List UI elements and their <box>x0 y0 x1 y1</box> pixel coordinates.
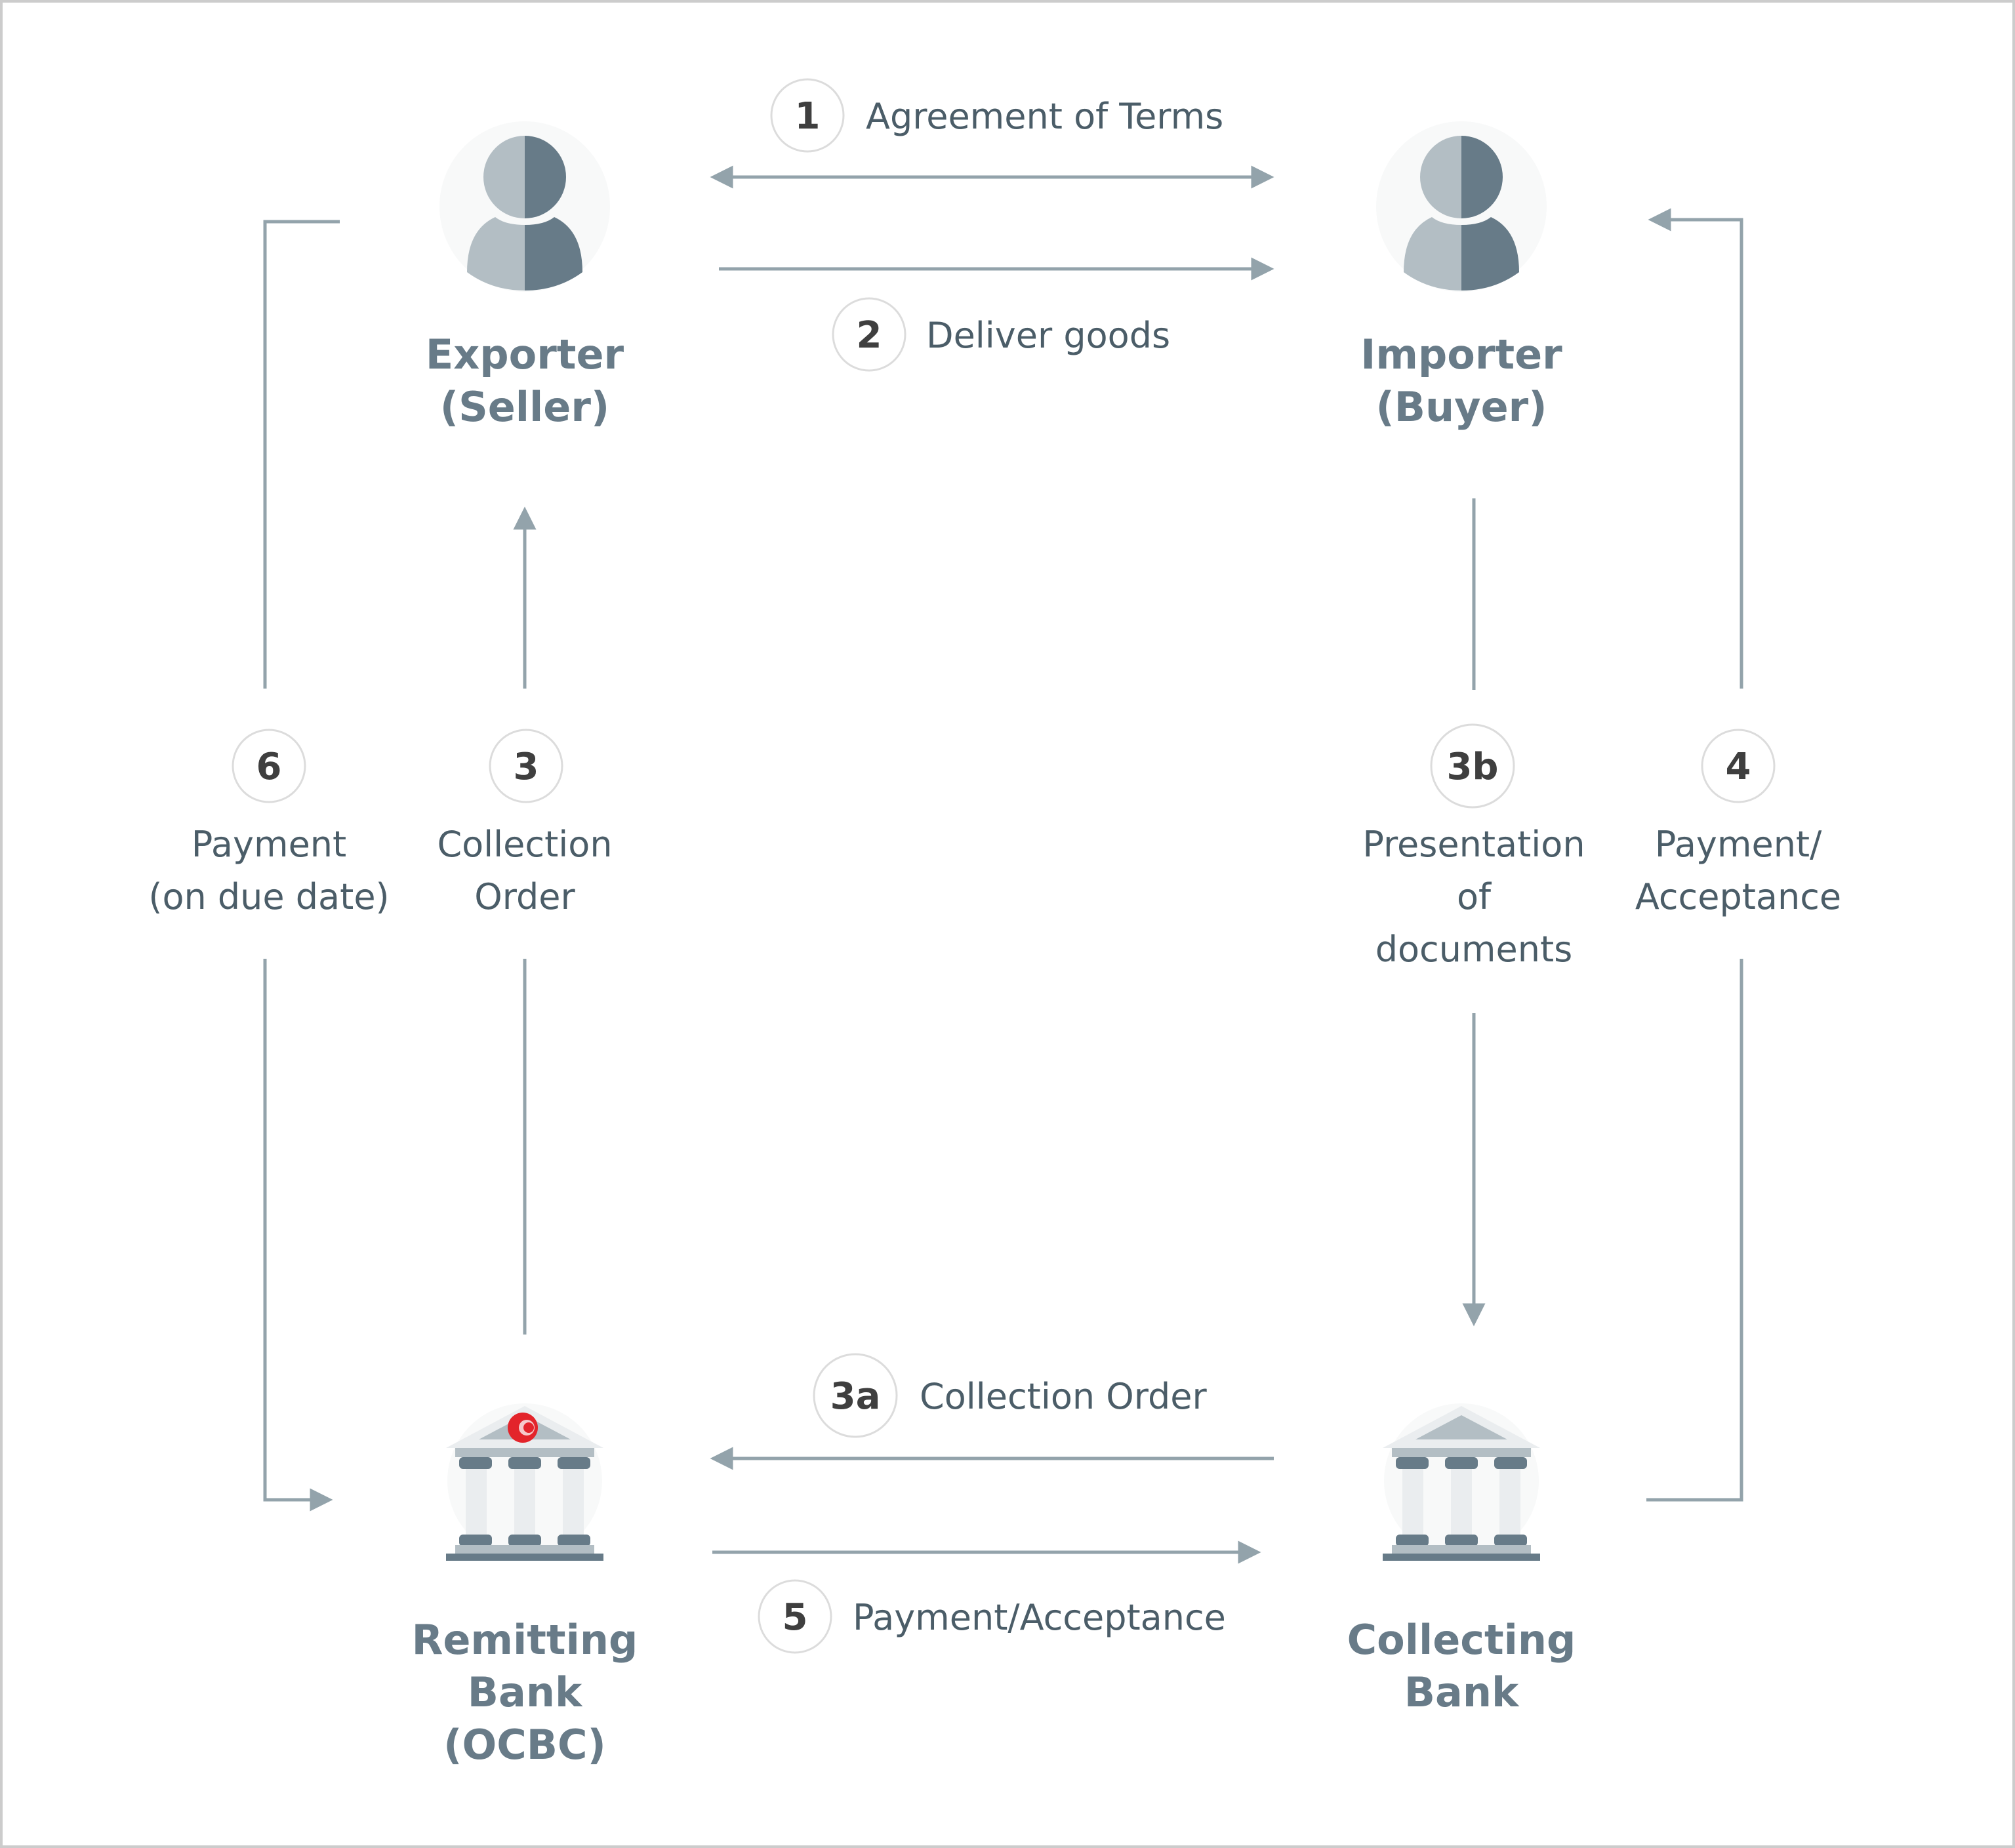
collecting-bank-icon <box>1383 1403 1540 1561</box>
step-3b-number: 3b <box>1446 746 1498 788</box>
importer-label-line2: (Buyer) <box>1375 383 1547 431</box>
arrow-step-4 <box>1648 208 1743 689</box>
connector-step-6-upper <box>263 220 340 689</box>
step-3b-label-line1: Presentation <box>1362 824 1585 865</box>
remitting-bank-label-line2: Bank <box>468 1668 583 1716</box>
arrow-step-6 <box>263 959 333 1512</box>
exporter-person-icon <box>439 121 610 292</box>
exporter-label-line1: Exporter <box>426 331 624 378</box>
step-4-number: 4 <box>1726 746 1751 788</box>
remitting-bank-label-line1: Remitting <box>412 1616 638 1664</box>
collecting-bank-label-line2: Bank <box>1404 1668 1520 1716</box>
step-3-number: 3 <box>514 746 539 788</box>
step-3b-label-line2: of <box>1457 876 1492 917</box>
step-3a-label: Collection Order <box>920 1376 1208 1417</box>
step-5-number: 5 <box>783 1596 808 1639</box>
step-2-number: 2 <box>857 314 882 357</box>
exporter-label-line2: (Seller) <box>440 383 610 431</box>
step-6-label-line2: (on due date) <box>148 876 389 917</box>
connector-step-4-lower <box>1646 959 1743 1502</box>
importer-person-icon <box>1376 121 1547 292</box>
step-1-label: Agreement of Terms <box>866 96 1223 137</box>
step-3-label-line2: Order <box>474 876 575 917</box>
importer-label-line1: Importer <box>1360 331 1562 378</box>
step-4-label-line1: Payment/ <box>1655 824 1822 865</box>
step-1-number: 1 <box>795 95 821 138</box>
remitting-bank-label-line3: (OCBC) <box>443 1721 606 1769</box>
ocbc-logo-icon <box>508 1413 538 1443</box>
step-3-label-line1: Collection <box>437 824 612 865</box>
collecting-bank-label-line1: Collecting <box>1347 1616 1576 1664</box>
step-3b-label-line3: documents <box>1375 929 1573 970</box>
collection-flow-diagram: Exporter (Seller) Importer (Buyer) Remit… <box>148 78 1841 1769</box>
step-3a-number: 3a <box>830 1375 881 1418</box>
step-6-number: 6 <box>256 746 282 788</box>
step-5-label: Payment/Acceptance <box>853 1597 1226 1638</box>
step-2-label: Deliver goods <box>926 315 1170 356</box>
step-4-label-line2: Acceptance <box>1635 876 1841 917</box>
step-6-label-line1: Payment <box>192 824 346 865</box>
